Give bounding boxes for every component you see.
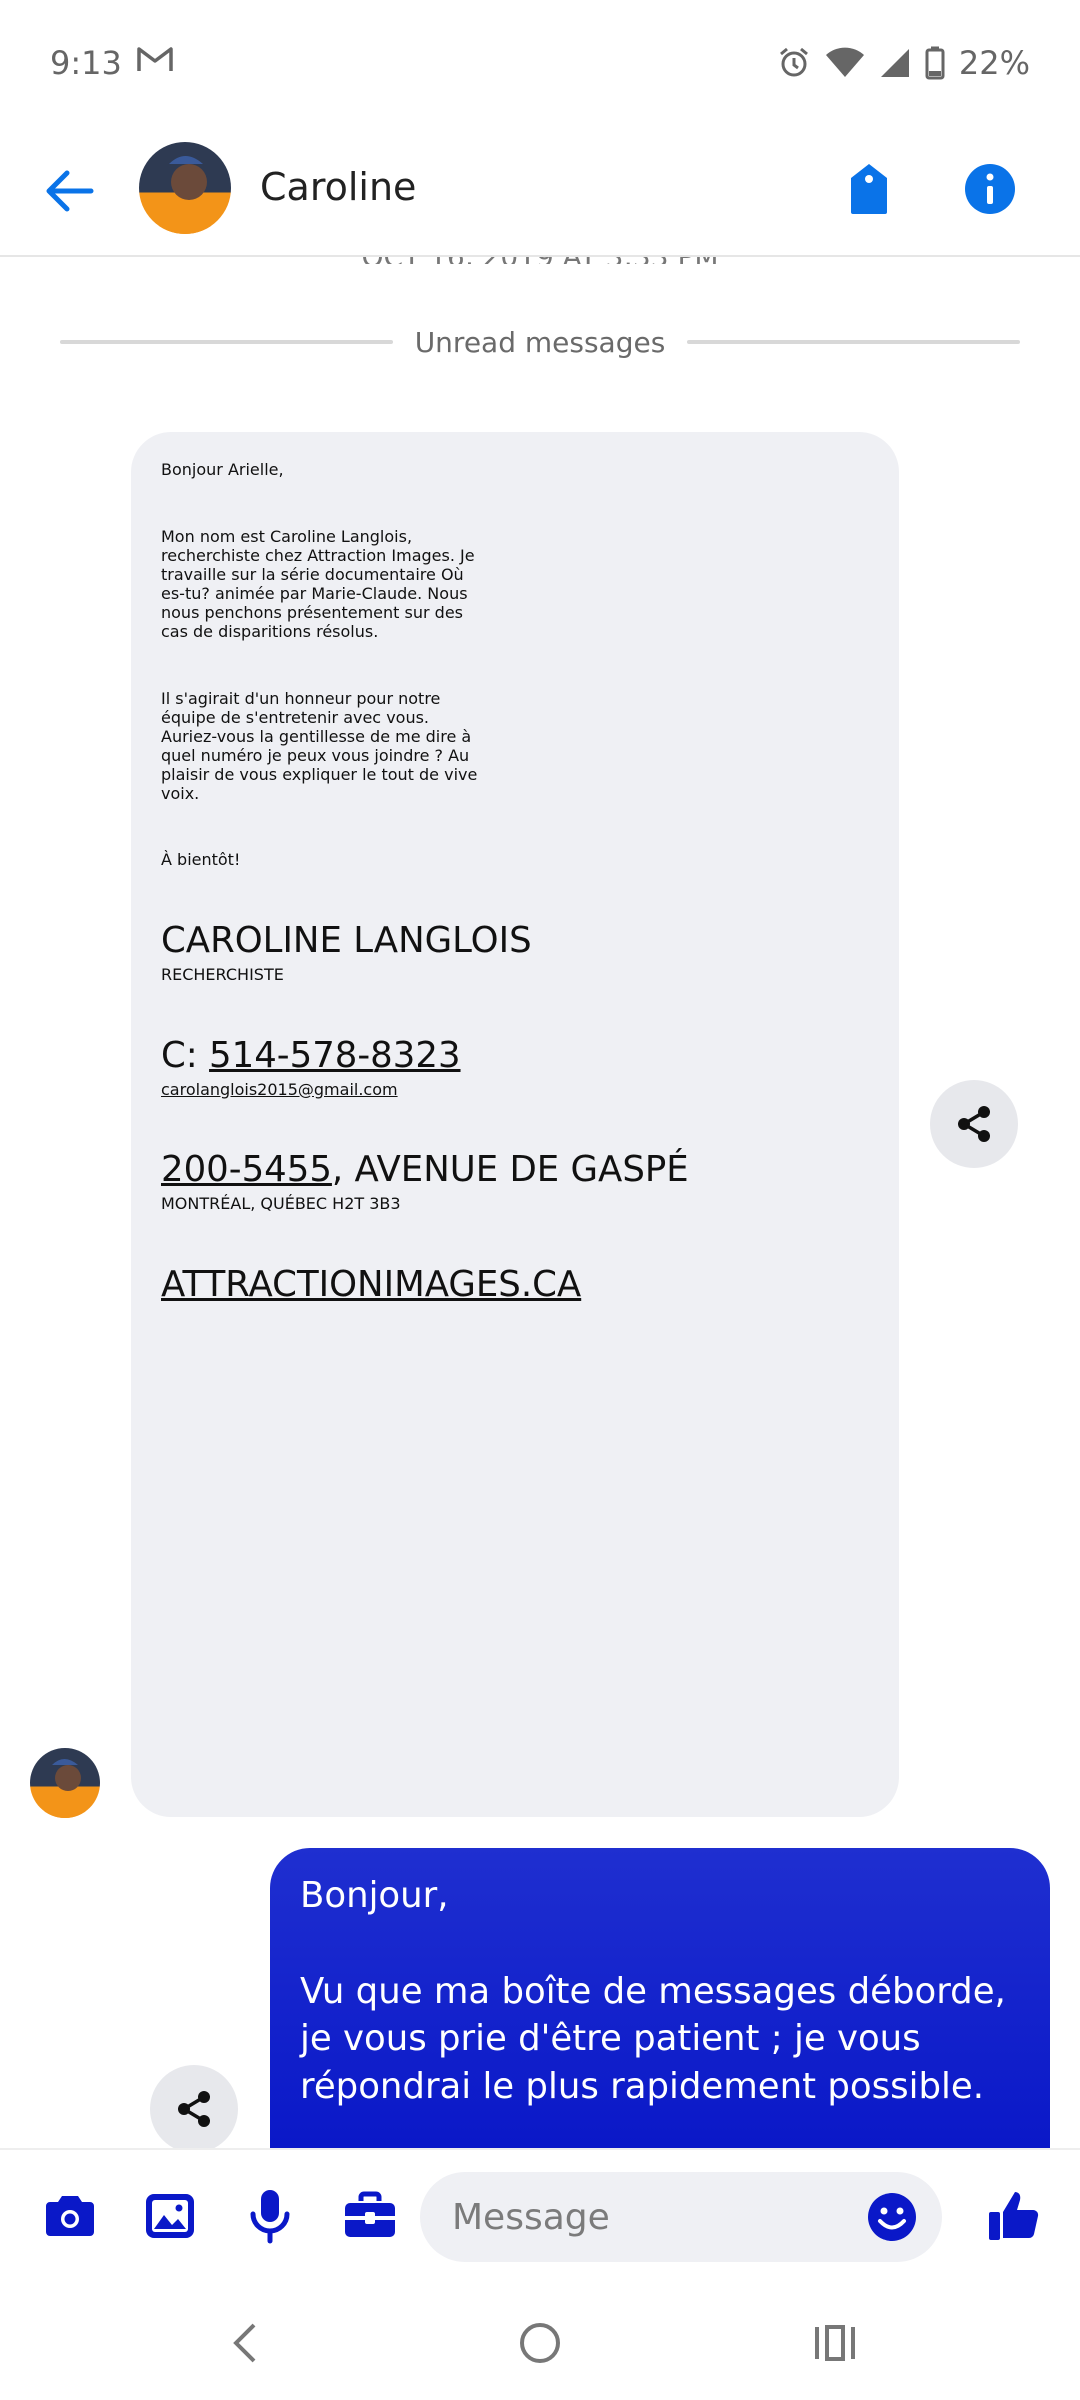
- message-input[interactable]: [450, 2195, 850, 2239]
- email-link[interactable]: carolanglois2015@gmail.com: [161, 1080, 398, 1099]
- outgoing-body: Vu que ma boîte de messages déborde, je …: [300, 1970, 1006, 2108]
- address-line-1: 200-5455, AVENUE DE GASPÉ: [161, 1146, 869, 1194]
- share-button-outgoing[interactable]: [150, 2065, 238, 2153]
- status-right: 22%: [777, 44, 1030, 82]
- share-button-incoming[interactable]: [930, 1080, 1018, 1168]
- back-button[interactable]: [40, 161, 100, 221]
- message-composer: [0, 2148, 1080, 2283]
- status-time: 9:13: [50, 43, 122, 82]
- info-button[interactable]: [958, 157, 1022, 221]
- image-icon: [146, 2194, 194, 2238]
- website-link[interactable]: ATTRACTIONIMAGES.CA: [161, 1261, 581, 1309]
- home-circle-icon: [520, 2323, 560, 2363]
- nav-home-button[interactable]: [510, 2313, 570, 2373]
- contact-name[interactable]: Caroline: [260, 165, 416, 209]
- gmail-icon: [136, 44, 174, 82]
- tag-icon: [851, 164, 887, 214]
- share-icon: [178, 2091, 210, 2127]
- briefcase-icon: [345, 2191, 395, 2237]
- sender-avatar[interactable]: [30, 1748, 100, 1818]
- camera-button[interactable]: [38, 2184, 102, 2248]
- unread-label: Unread messages: [414, 325, 666, 359]
- unread-divider: Unread messages: [60, 322, 1020, 362]
- wifi-icon: [825, 47, 865, 79]
- divider-line-left: [60, 340, 393, 344]
- phone-prefix: C:: [161, 1034, 210, 1076]
- status-left: 9:13: [50, 44, 174, 82]
- battery-percent: 22%: [958, 43, 1030, 82]
- incoming-greeting: Bonjour Arielle,: [161, 460, 284, 479]
- incoming-signoff: À bientôt!: [161, 850, 241, 870]
- info-icon: [965, 164, 1015, 214]
- like-button[interactable]: [982, 2184, 1046, 2248]
- gallery-button[interactable]: [138, 2184, 202, 2248]
- address-link[interactable]: 200-5455: [161, 1149, 332, 1190]
- microphone-icon: [250, 2190, 290, 2244]
- signal-icon: [879, 47, 911, 79]
- smiley-icon: [868, 2193, 916, 2241]
- signature-title: RECHERCHISTE: [161, 964, 284, 984]
- camera-icon: [46, 2196, 94, 2236]
- address-line-2: MONTRÉAL, QUÉBEC H2T 3B3: [161, 1194, 401, 1214]
- incoming-paragraph-2: Il s'agirait d'un honneur pour notre équ…: [161, 688, 478, 803]
- share-icon: [958, 1106, 990, 1142]
- signature-phone-line: C: 514-578-8323: [161, 1032, 869, 1080]
- apps-button[interactable]: [338, 2184, 402, 2248]
- outgoing-greeting: Bonjour,: [300, 1875, 449, 1916]
- outgoing-message-bubble[interactable]: Bonjour, Vu que ma boîte de messages déb…: [270, 1848, 1050, 2148]
- voice-button[interactable]: [238, 2184, 302, 2248]
- message-input-container[interactable]: [420, 2172, 942, 2262]
- battery-icon: [925, 46, 945, 80]
- status-bar: 9:13 22%: [0, 0, 1080, 125]
- back-arrow-icon: [46, 170, 94, 212]
- recents-icon: [815, 2325, 855, 2361]
- alarm-icon: [777, 46, 811, 80]
- divider-line-right: [687, 340, 1020, 344]
- tag-button[interactable]: [837, 157, 901, 221]
- emoji-button[interactable]: [860, 2185, 924, 2249]
- chat-header: Caroline: [0, 125, 1080, 257]
- chevron-left-icon: [233, 2323, 256, 2363]
- nav-back-button[interactable]: [215, 2313, 275, 2373]
- phone-link[interactable]: 514-578-8323: [209, 1035, 460, 1076]
- address-rest: , AVENUE DE GASPÉ: [331, 1149, 689, 1191]
- nav-recents-button[interactable]: [805, 2313, 865, 2373]
- signature-name: CAROLINE LANGLOIS: [161, 920, 532, 962]
- thumbs-up-icon: [989, 2192, 1039, 2240]
- contact-avatar[interactable]: [139, 142, 231, 234]
- system-nav-bar: [0, 2283, 1080, 2400]
- incoming-paragraph-1: Mon nom est Caroline Langlois, recherchi…: [161, 526, 475, 641]
- incoming-message-bubble[interactable]: Bonjour Arielle, Mon nom est Caroline La…: [131, 432, 899, 1817]
